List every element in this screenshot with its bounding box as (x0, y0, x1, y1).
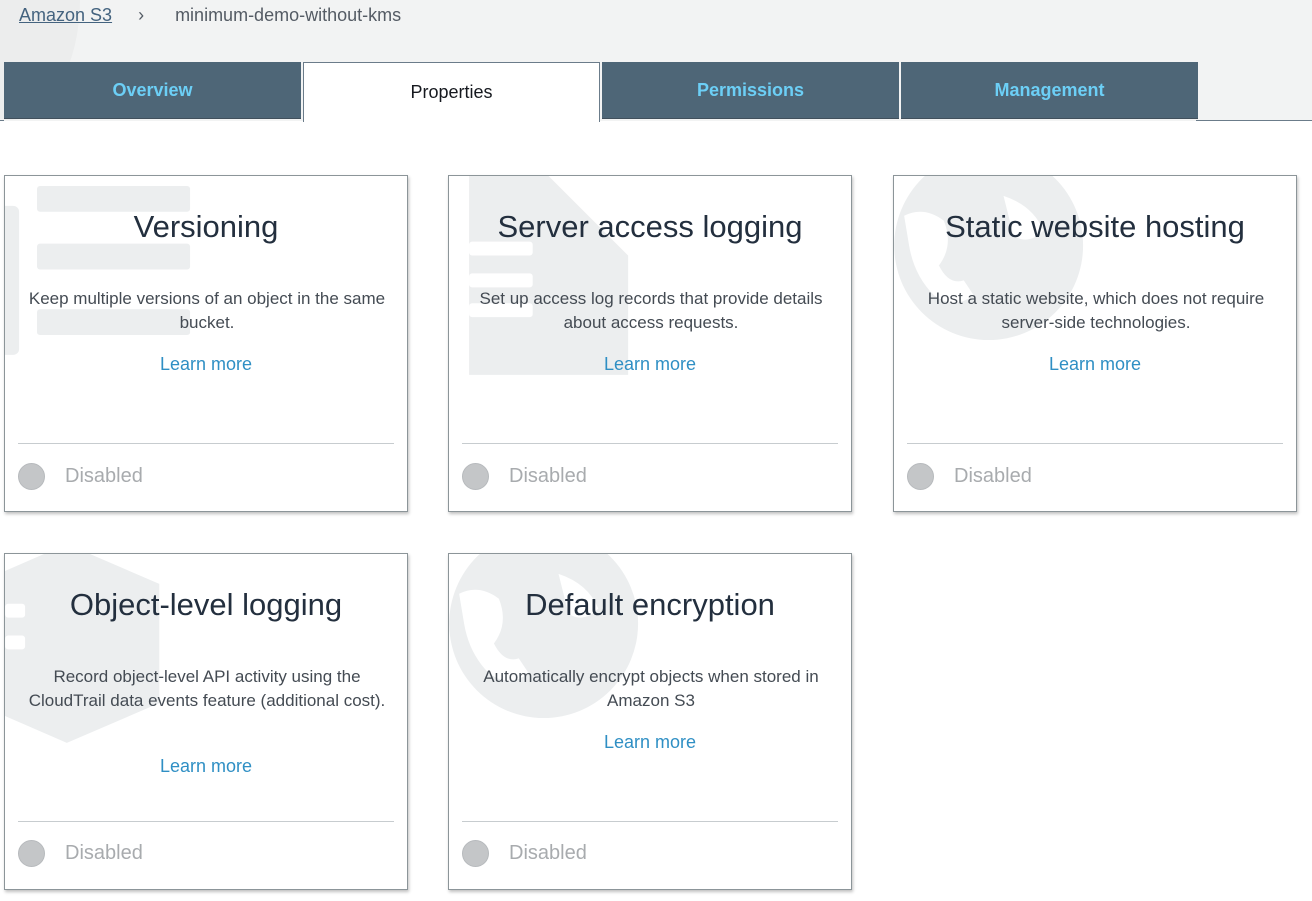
tab-management[interactable]: Management (901, 62, 1198, 119)
learn-more-link[interactable]: Learn more (604, 732, 696, 752)
breadcrumb: Amazon S3 › minimum-demo-without-kms (19, 3, 401, 27)
status-radio[interactable] (18, 463, 45, 490)
status-label: Disabled (954, 465, 1032, 487)
default-encryption-card[interactable]: Default encryption Automatically encrypt… (448, 553, 852, 890)
status-label: Disabled (509, 842, 587, 864)
learn-more-link[interactable]: Learn more (160, 354, 252, 374)
card-title: Default encryption (525, 587, 775, 622)
card-title: Object-level logging (69, 587, 343, 622)
card-description: Record object-level API activity using t… (28, 667, 386, 710)
tab-properties[interactable]: Properties (303, 62, 600, 122)
status-row: Disabled (907, 463, 1032, 490)
object-level-logging-card[interactable]: Object-level logging Record object-level… (4, 553, 408, 890)
card-description: Keep multiple versions of an object in t… (28, 289, 386, 332)
card-title: Static website hosting (945, 209, 1245, 244)
card-divider (907, 443, 1283, 444)
static-website-hosting-card[interactable]: Static website hosting Host a static web… (893, 175, 1297, 512)
status-row: Disabled (18, 840, 143, 867)
status-label: Disabled (65, 465, 143, 487)
learn-more-link[interactable]: Learn more (1049, 354, 1141, 374)
breadcrumb-separator: › (138, 4, 145, 25)
learn-more-link[interactable]: Learn more (160, 756, 252, 776)
card-divider (462, 821, 838, 822)
card-title: Versioning (133, 209, 279, 244)
status-radio[interactable] (462, 840, 489, 867)
status-radio[interactable] (18, 840, 45, 867)
learn-more-link[interactable]: Learn more (604, 354, 696, 374)
card-description: Automatically encrypt objects when store… (483, 667, 819, 710)
card-divider (462, 443, 838, 444)
tab-bar: Overview Properties Permissions Manageme… (4, 62, 1200, 122)
s3-bucket-properties-page: Amazon S3 › minimum-demo-without-kms Ove… (0, 0, 1312, 901)
breadcrumb-amazon-s3-link[interactable]: Amazon S3 (19, 5, 112, 26)
tab-overview[interactable]: Overview (4, 62, 301, 119)
card-description: Host a static website, which does not re… (927, 289, 1265, 332)
status-radio[interactable] (907, 463, 934, 490)
versioning-card[interactable]: Versioning Keep multiple versions of an … (4, 175, 408, 512)
tab-baseline-right (1196, 120, 1312, 121)
card-divider (18, 443, 394, 444)
breadcrumb-bucket-name: minimum-demo-without-kms (175, 4, 402, 25)
server-access-logging-card[interactable]: Server access logging Set up access log … (448, 175, 852, 512)
tab-permissions[interactable]: Permissions (602, 62, 899, 119)
card-description: Set up access log records that provide d… (479, 289, 823, 332)
card-title: Server access logging (497, 209, 803, 244)
status-radio[interactable] (462, 463, 489, 490)
status-label: Disabled (509, 465, 587, 487)
status-row: Disabled (18, 463, 143, 490)
status-label: Disabled (65, 842, 143, 864)
card-divider (18, 821, 394, 822)
status-row: Disabled (462, 463, 587, 490)
status-row: Disabled (462, 840, 587, 867)
